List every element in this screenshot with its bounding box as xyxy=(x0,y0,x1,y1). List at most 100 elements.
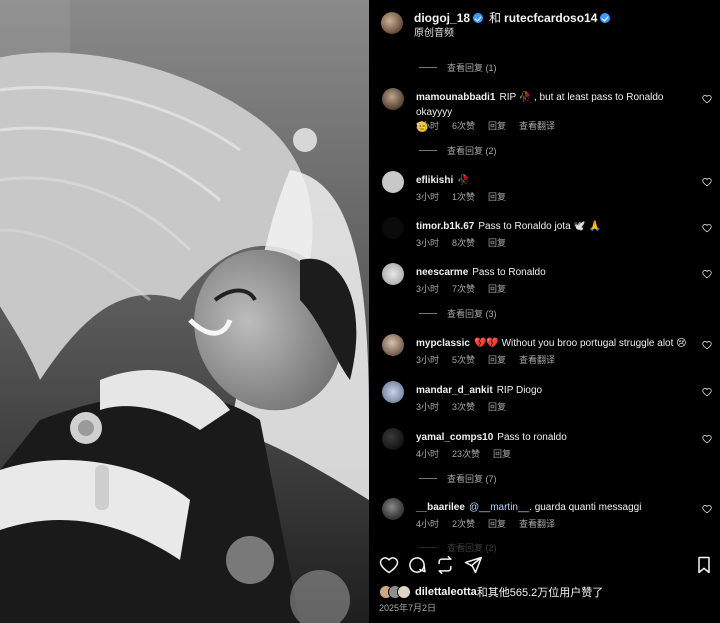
comment-time: 3小时 xyxy=(416,238,440,248)
heart-icon[interactable] xyxy=(702,434,712,444)
commenter-avatar[interactable] xyxy=(382,88,404,110)
commenter-avatar[interactable] xyxy=(382,381,404,403)
heart-icon[interactable] xyxy=(702,223,712,233)
reply-button[interactable]: 回复 xyxy=(488,236,506,249)
heart-icon[interactable] xyxy=(702,177,712,187)
liker-username[interactable]: dilettaleotta xyxy=(415,586,477,598)
comment-content: guarda quanti messaggi xyxy=(534,502,642,513)
comment-likes[interactable]: 3次赞 xyxy=(452,400,475,413)
commenter-avatar[interactable] xyxy=(382,217,404,239)
comment-text: mandar_d_ankit RIP Diogo xyxy=(416,383,696,398)
commenter-avatar[interactable] xyxy=(382,498,404,520)
comment-meta: 3小时 7次赞 回复 xyxy=(416,282,506,295)
comment-icon[interactable] xyxy=(407,555,427,575)
divider-dash xyxy=(419,67,437,68)
comment-likes[interactable]: 5次赞 xyxy=(452,353,475,366)
action-bar xyxy=(369,552,720,578)
share-icon[interactable] xyxy=(463,555,483,575)
audio-label[interactable]: 原创音频 xyxy=(414,24,454,39)
author-username[interactable]: diogoj_18 xyxy=(414,11,470,25)
view-replies-button[interactable]: 查看回复 (3) xyxy=(419,307,497,320)
comment-likes[interactable]: 8次赞 xyxy=(452,236,475,249)
view-replies-label: 查看回复 (3) xyxy=(447,309,497,319)
commenter-username[interactable]: mandar_d_ankit xyxy=(416,385,493,396)
commenter-username[interactable]: __baarilee xyxy=(416,502,465,513)
heart-icon[interactable] xyxy=(379,555,399,575)
comment-meta: 3小时 1次赞 回复 xyxy=(416,190,506,203)
comment-content: Pass to Ronaldo jota 🕊️ 🙏 xyxy=(478,221,602,232)
repost-icon[interactable] xyxy=(435,555,455,575)
post-date: 2025年7月2日 xyxy=(379,603,437,613)
view-replies-label: 查看回复 (7) xyxy=(447,474,497,484)
couple-photo-illustration xyxy=(0,0,369,623)
author-avatar[interactable] xyxy=(381,12,403,34)
view-replies-button[interactable]: 查看回复 (1) xyxy=(419,61,497,74)
comment-item: mamounabbadi1 RIP 🥀 , but at least pass t… xyxy=(369,88,720,134)
view-replies-button[interactable]: 查看回复 (7) xyxy=(419,472,497,485)
comment-item: yamal_comps10 Pass to ronaldo 4小时 23次赞 回复 xyxy=(369,428,720,460)
comment-content: 🥀 xyxy=(457,175,470,186)
heart-icon[interactable] xyxy=(702,94,712,104)
commenter-username[interactable]: mamounabbadi1 xyxy=(416,92,495,103)
comment-text: yamal_comps10 Pass to ronaldo xyxy=(416,430,696,445)
bookmark-icon[interactable] xyxy=(694,555,714,575)
comment-item: eflikishi 🥀 3小时 1次赞 回复 xyxy=(369,171,720,203)
comment-meta: 3小时 8次赞 回复 xyxy=(416,236,506,249)
heart-icon[interactable] xyxy=(702,269,712,279)
comment-item: __baarilee @__martin__. guarda quanti mes… xyxy=(369,498,720,530)
comment-mention[interactable]: @__martin__. xyxy=(469,502,532,513)
comment-meta: 3小时 6次赞 回复 查看翻译 xyxy=(416,119,555,132)
heart-icon[interactable] xyxy=(702,340,712,350)
reply-button[interactable]: 回复 xyxy=(488,517,506,530)
liker-avatar xyxy=(397,585,411,599)
comment-likes[interactable]: 6次赞 xyxy=(452,119,475,132)
reply-button[interactable]: 回复 xyxy=(488,400,506,413)
comment-text: eflikishi 🥀 xyxy=(416,173,696,188)
comment-time: 4小时 xyxy=(416,449,440,459)
comment-likes[interactable]: 23次赞 xyxy=(452,447,480,460)
comment-time: 3小时 xyxy=(416,192,440,202)
heart-icon[interactable] xyxy=(702,387,712,397)
commenter-username[interactable]: mypclassic xyxy=(416,338,470,349)
translate-button[interactable]: 查看翻译 xyxy=(519,353,555,366)
comment-time: 3小时 xyxy=(416,402,440,412)
comment-item: mypclassic 💔💔 Without you broo portugal s… xyxy=(369,334,720,366)
translate-button[interactable]: 查看翻译 xyxy=(519,119,555,132)
heart-icon[interactable] xyxy=(702,504,712,514)
reply-button[interactable]: 回复 xyxy=(493,447,511,460)
comment-likes[interactable]: 1次赞 xyxy=(452,190,475,203)
divider-dash xyxy=(419,547,437,548)
likes-summary[interactable]: dilettaleotta 和其他565.2万位用户赞了 xyxy=(379,584,603,600)
and-text: 和 xyxy=(489,11,502,25)
commenter-avatar[interactable] xyxy=(382,171,404,193)
comment-text: mypclassic 💔💔 Without you broo portugal s… xyxy=(416,336,696,351)
comment-likes[interactable]: 2次赞 xyxy=(452,517,475,530)
commenter-avatar[interactable] xyxy=(382,334,404,356)
commenter-username[interactable]: timor.b1k.67 xyxy=(416,221,474,232)
comments-panel: diogoj_18 和 rutecfcardoso14 原创音频 查看回复 (1) … xyxy=(369,0,720,623)
comment-content: Pass to ronaldo xyxy=(497,432,567,443)
view-replies-button[interactable]: 查看回复 (2) xyxy=(419,144,497,157)
translate-button[interactable]: 查看翻译 xyxy=(519,517,555,530)
comment-meta: 3小时 3次赞 回复 xyxy=(416,400,506,413)
commenter-username[interactable]: eflikishi xyxy=(416,175,453,186)
comment-content: Pass to Ronaldo xyxy=(472,267,546,278)
comment-likes[interactable]: 7次赞 xyxy=(452,282,475,295)
reply-button[interactable]: 回复 xyxy=(488,119,506,132)
commenter-username[interactable]: neescarme xyxy=(416,267,468,278)
coauthor-username[interactable]: rutecfcardoso14 xyxy=(504,11,597,25)
commenter-avatar[interactable] xyxy=(382,428,404,450)
commenter-avatar[interactable] xyxy=(382,263,404,285)
divider-dash xyxy=(419,150,437,151)
reply-button[interactable]: 回复 xyxy=(488,353,506,366)
reply-button[interactable]: 回复 xyxy=(488,190,506,203)
comment-time: 3小时 xyxy=(416,284,440,294)
liker-avatars xyxy=(379,585,413,599)
post-photo xyxy=(0,0,369,623)
divider-dash xyxy=(419,313,437,314)
reply-button[interactable]: 回复 xyxy=(488,282,506,295)
comment-meta: 3小时 5次赞 回复 查看翻译 xyxy=(416,353,555,366)
commenter-username[interactable]: yamal_comps10 xyxy=(416,432,493,443)
comment-item: timor.b1k.67 Pass to Ronaldo jota 🕊️ 🙏 3小… xyxy=(369,217,720,249)
comment-item: neescarme Pass to Ronaldo 3小时 7次赞 回复 xyxy=(369,263,720,295)
